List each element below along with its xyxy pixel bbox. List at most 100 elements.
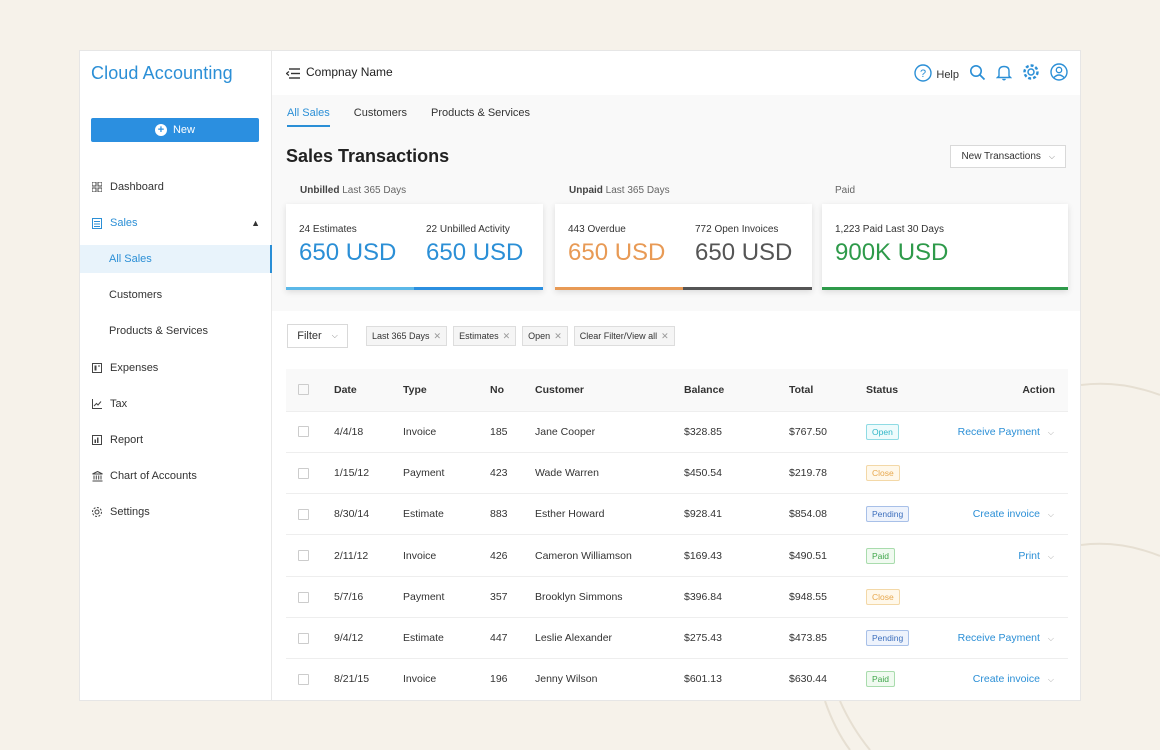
- action-cell: Receive Payment ⌵: [936, 411, 1068, 453]
- total-cell: $630.44: [789, 658, 866, 700]
- filter-chip[interactable]: Last 365 Days ✕: [366, 326, 448, 346]
- sidebar-item-settings[interactable]: Settings: [80, 498, 272, 526]
- unpaid-label-range: Last 365 Days: [605, 185, 670, 196]
- row-checkbox[interactable]: [298, 591, 309, 603]
- total-cell: $473.85: [789, 617, 866, 660]
- chevron-down-icon[interactable]: ⌵: [1048, 552, 1054, 561]
- chevron-down-icon[interactable]: ⌵: [1048, 675, 1054, 684]
- gear-icon[interactable]: [1022, 63, 1040, 86]
- column-header-type[interactable]: Type: [403, 369, 490, 412]
- row-select-cell: [286, 493, 334, 536]
- user-avatar-icon[interactable]: [1050, 63, 1068, 86]
- paid-card[interactable]: 1,223 Paid Last 30 Days 900K USD: [822, 204, 1068, 290]
- plus-icon: +: [154, 124, 167, 136]
- status-cell: Close: [866, 576, 936, 618]
- filter-chip[interactable]: Estimates ✕: [453, 326, 517, 346]
- status-badge: Paid: [866, 671, 896, 688]
- unbilled-bar: [414, 287, 543, 290]
- sidebar-item-all-sales[interactable]: All Sales: [80, 245, 272, 273]
- close-icon[interactable]: ✕: [503, 331, 511, 342]
- unbilled-activity-metric: 22 Unbilled Activity 650 USD: [426, 224, 523, 267]
- balance-cell: $396.84: [684, 576, 789, 618]
- customer-cell: Jane Cooper: [535, 411, 684, 453]
- date-cell: 1/15/12: [334, 452, 403, 495]
- row-checkbox[interactable]: [298, 508, 309, 520]
- column-header-no[interactable]: No: [490, 369, 535, 412]
- metric-label: 22 Unbilled Activity: [426, 224, 510, 235]
- help-button[interactable]: ? Help: [914, 64, 959, 85]
- chevron-down-icon: ⌵: [1048, 151, 1055, 161]
- sales-tabs: All Sales Customers Products & Services: [287, 107, 530, 127]
- table-row[interactable]: 4/4/18 Invoice 185 Jane Cooper $328.85 $…: [286, 411, 1068, 453]
- menu-collapse-icon[interactable]: [285, 66, 300, 84]
- close-icon[interactable]: ✕: [554, 331, 562, 342]
- row-checkbox[interactable]: [298, 674, 309, 686]
- header-actions: ? Help: [914, 63, 1068, 86]
- chevron-down-icon[interactable]: ⌵: [1048, 428, 1054, 437]
- type-cell: Invoice: [403, 534, 490, 577]
- filter-dropdown[interactable]: Filter ⌵: [287, 324, 348, 348]
- chevron-down-icon[interactable]: ⌵: [1048, 510, 1054, 519]
- total-cell: $767.50: [789, 411, 866, 453]
- sidebar-item-label: Report: [110, 434, 144, 446]
- table-row[interactable]: 1/15/12 Payment 423 Wade Warren $450.54 …: [286, 452, 1068, 495]
- bell-icon[interactable]: [995, 64, 1013, 86]
- search-icon[interactable]: [969, 64, 986, 86]
- row-checkbox[interactable]: [298, 426, 309, 438]
- sidebar-item-expenses[interactable]: Expenses: [80, 354, 272, 382]
- sidebar-item-tax[interactable]: Tax: [80, 390, 272, 418]
- status-cell: Close: [866, 452, 936, 495]
- unbilled-card[interactable]: 24 Estimates 650 USD 22 Unbilled Activit…: [286, 204, 543, 290]
- brand-logo[interactable]: Cloud Accounting: [91, 63, 233, 84]
- row-checkbox[interactable]: [298, 467, 309, 479]
- column-header-status[interactable]: Status: [866, 369, 936, 412]
- chip-label: Open: [528, 331, 551, 341]
- select-all-checkbox[interactable]: [298, 384, 309, 396]
- sidebar-item-dashboard[interactable]: Dashboard: [80, 173, 272, 201]
- metric-value: 650 USD: [426, 239, 524, 266]
- column-header-date[interactable]: Date: [334, 369, 403, 412]
- action-link[interactable]: Create invoice: [973, 673, 1040, 685]
- sidebar-item-customers[interactable]: Customers: [80, 281, 272, 309]
- action-link[interactable]: Create invoice: [973, 508, 1040, 520]
- page-title: Sales Transactions: [286, 146, 450, 166]
- sidebar-item-report[interactable]: Report: [80, 426, 272, 454]
- table-row[interactable]: 9/4/12 Estimate 447 Leslie Alexander $27…: [286, 617, 1068, 660]
- tab-customers[interactable]: Customers: [354, 107, 407, 127]
- unpaid-card[interactable]: 443 Overdue 650 USD 772 Open Invoices 65…: [555, 204, 812, 290]
- sidebar-item-products-services[interactable]: Products & Services: [80, 317, 272, 345]
- action-link[interactable]: Receive Payment: [958, 426, 1040, 438]
- no-cell: 423: [490, 452, 535, 495]
- new-button[interactable]: + New: [91, 118, 259, 142]
- balance-cell: $601.13: [684, 658, 789, 700]
- new-transactions-dropdown[interactable]: New Transactions ⌵: [950, 145, 1066, 168]
- action-link[interactable]: Print: [1018, 550, 1040, 562]
- metric-value: 650 USD: [568, 239, 666, 266]
- table-row[interactable]: 8/30/14 Estimate 883 Esther Howard $928.…: [286, 493, 1068, 536]
- column-header-balance[interactable]: Balance: [684, 369, 789, 412]
- table-row[interactable]: 2/11/12 Invoice 426 Cameron Williamson $…: [286, 534, 1068, 577]
- company-name[interactable]: Compnay Name: [306, 65, 393, 79]
- close-icon[interactable]: ✕: [661, 331, 669, 342]
- row-checkbox[interactable]: [298, 632, 309, 644]
- sidebar-item-sales[interactable]: Sales ▲: [80, 209, 272, 237]
- action-link[interactable]: Receive Payment: [958, 632, 1040, 644]
- column-header-customer[interactable]: Customer: [535, 369, 684, 412]
- tab-products-services[interactable]: Products & Services: [431, 107, 530, 127]
- close-icon[interactable]: ✕: [434, 331, 442, 342]
- filter-chip[interactable]: Clear Filter/View all ✕: [573, 326, 675, 346]
- filter-chip[interactable]: Open ✕: [522, 326, 568, 346]
- status-cell: Pending: [866, 493, 936, 536]
- sidebar-item-chart-of-accounts[interactable]: Chart of Accounts: [80, 462, 272, 490]
- table-row[interactable]: 8/21/15 Invoice 196 Jenny Wilson $601.13…: [286, 658, 1068, 700]
- chevron-down-icon[interactable]: ⌵: [1048, 634, 1054, 643]
- open-invoices-bar: [683, 287, 812, 290]
- sidebar-item-label: Settings: [110, 506, 150, 518]
- row-select-cell: [286, 411, 334, 453]
- column-header-action[interactable]: Action: [936, 369, 1068, 412]
- customer-cell: Cameron Williamson: [535, 534, 684, 577]
- table-row[interactable]: 5/7/16 Payment 357 Brooklyn Simmons $396…: [286, 576, 1068, 618]
- row-checkbox[interactable]: [298, 550, 309, 562]
- tab-all-sales[interactable]: All Sales: [287, 107, 330, 127]
- column-header-total[interactable]: Total: [789, 369, 866, 412]
